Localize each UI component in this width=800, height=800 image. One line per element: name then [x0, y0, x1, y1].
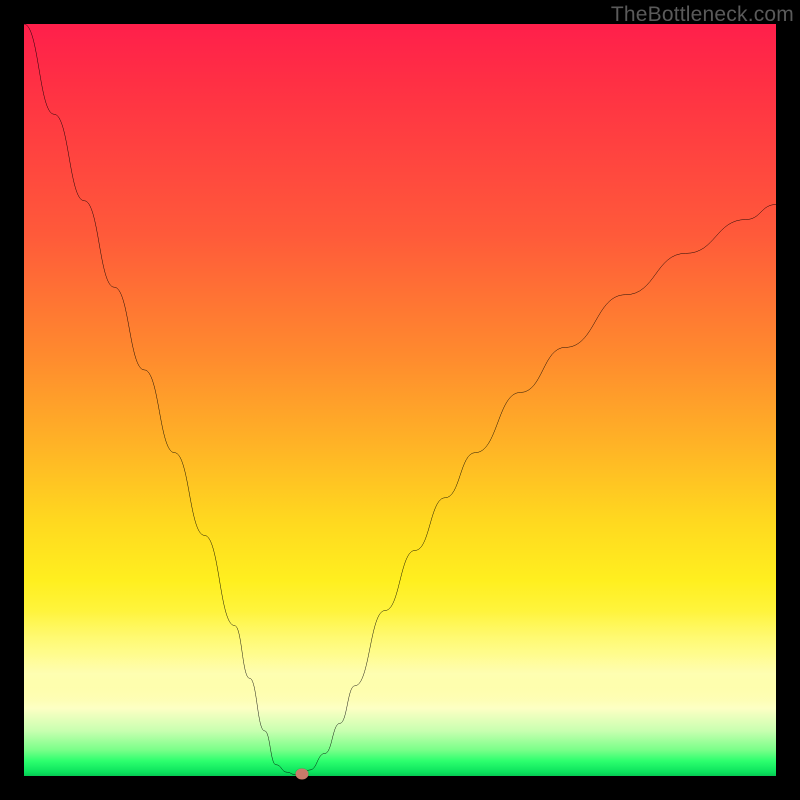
optimum-marker [296, 768, 309, 779]
bottleneck-curve [24, 24, 776, 776]
watermark-text: TheBottleneck.com [611, 3, 794, 27]
plot-area [24, 24, 776, 776]
chart-frame: TheBottleneck.com [0, 0, 800, 800]
